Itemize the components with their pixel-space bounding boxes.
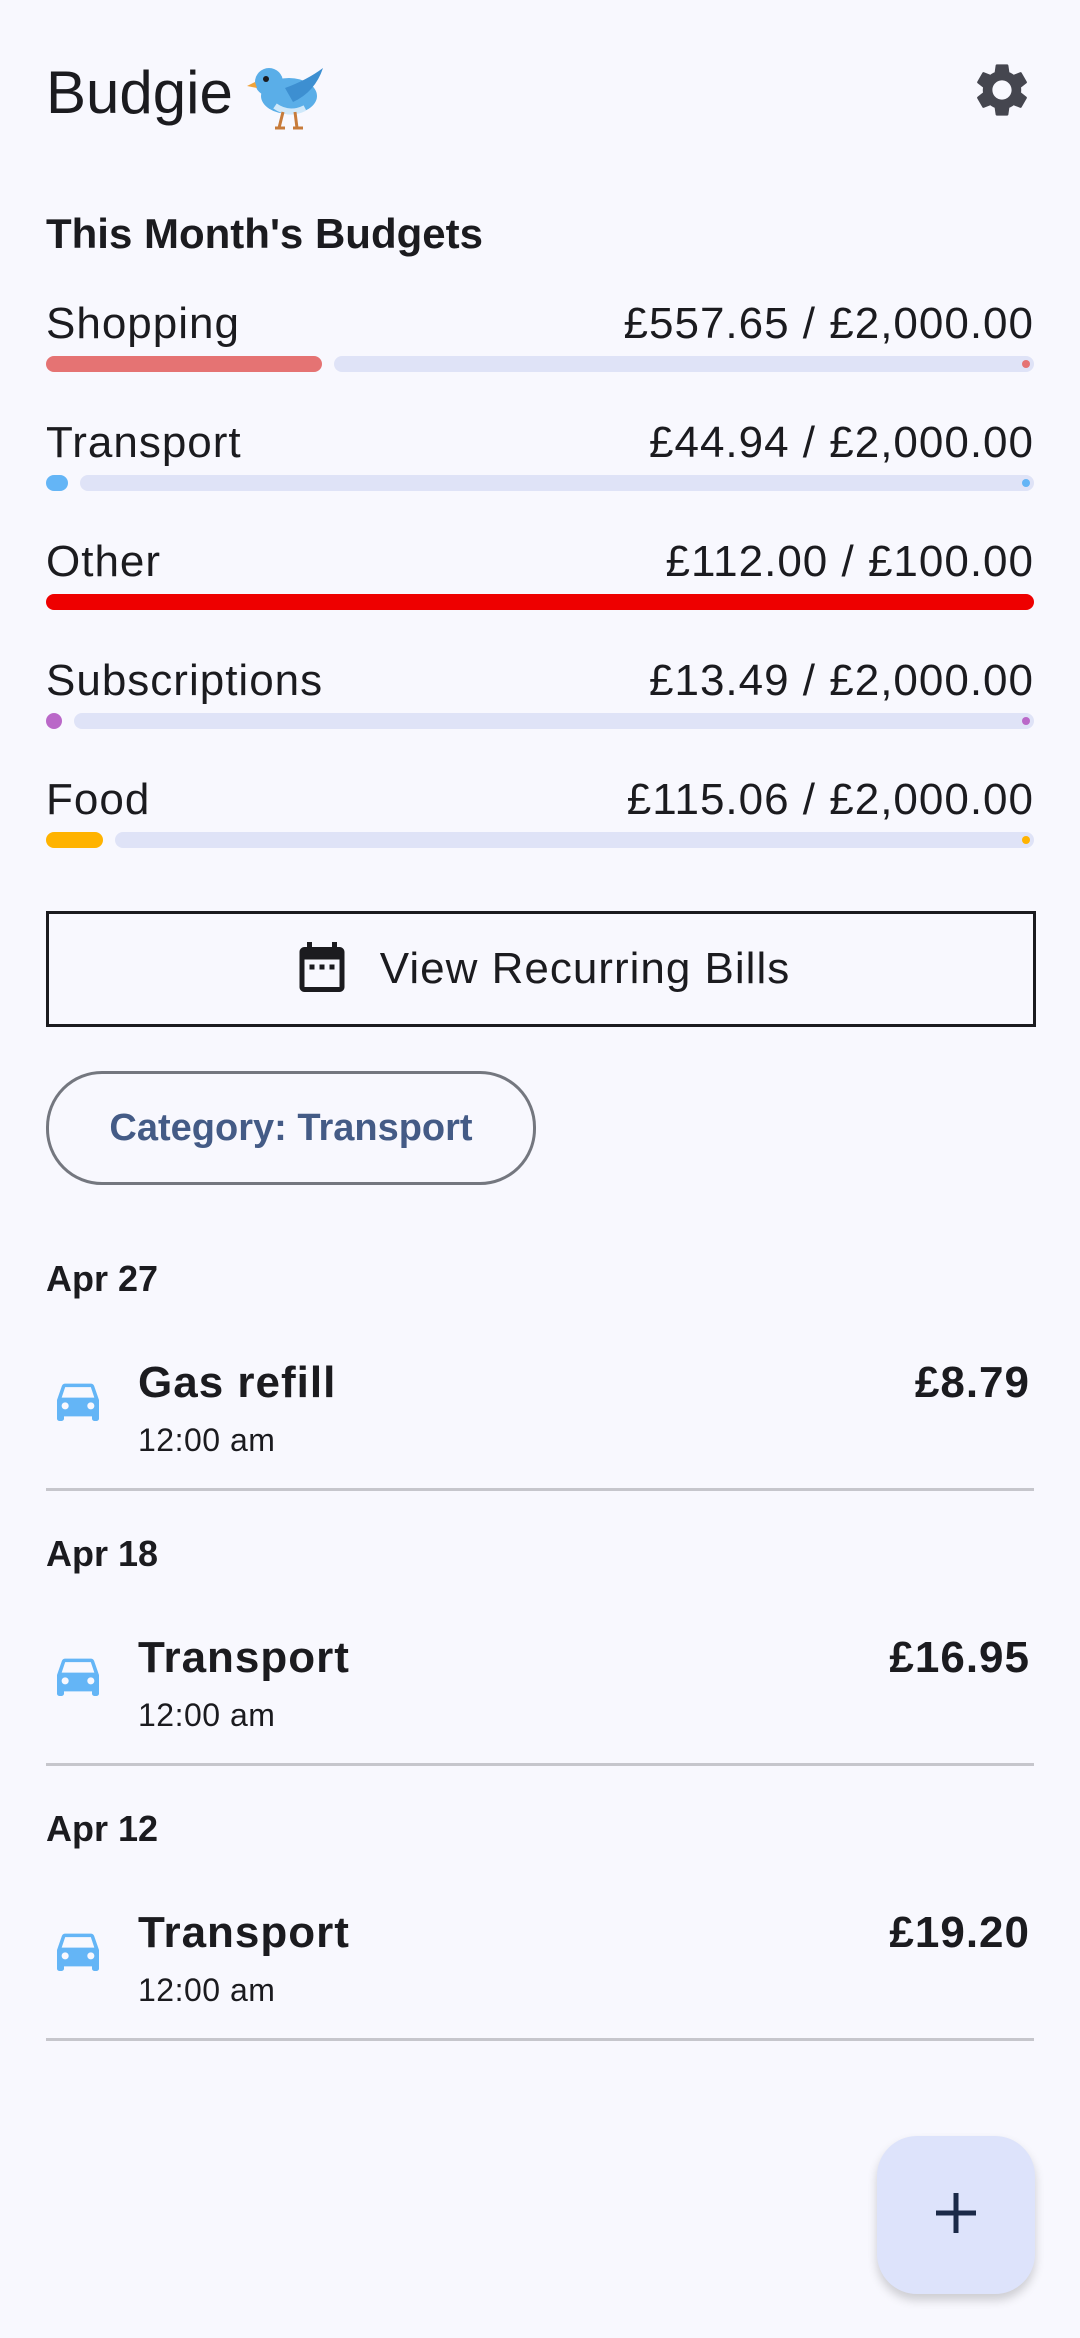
transaction-item[interactable]: Transport 12:00 am £19.20 — [46, 1900, 1034, 2040]
settings-gear-icon[interactable] — [970, 58, 1034, 122]
divider — [46, 1488, 1034, 1491]
budget-amount: £557.65 / £2,000.00 — [623, 299, 1034, 348]
app-title: Budgie — [46, 52, 327, 134]
budget-progress-end-dot — [1022, 836, 1030, 844]
budget-progress-track — [80, 475, 1034, 491]
transaction-amount: £16.95 — [889, 1633, 1030, 1682]
budget-progress-bar — [46, 475, 1034, 491]
budget-row-shopping[interactable]: Shopping £557.65 / £2,000.00 — [46, 296, 1034, 386]
budget-progress-bar — [46, 594, 1034, 610]
bird-icon — [245, 52, 327, 134]
divider — [46, 2038, 1034, 2041]
budget-amount: £13.49 / £2,000.00 — [649, 656, 1034, 705]
budget-progress-bar — [46, 832, 1034, 848]
transaction-time: 12:00 am — [138, 1422, 276, 1458]
transaction-title: Transport — [138, 1633, 350, 1682]
car-icon — [50, 1647, 106, 1703]
calendar-icon — [292, 937, 352, 1002]
car-icon — [50, 1922, 106, 1978]
add-transaction-button[interactable] — [877, 2136, 1035, 2294]
budget-name: Other — [46, 537, 162, 586]
budget-row-other[interactable]: Other £112.00 / £100.00 — [46, 534, 1034, 624]
budget-progress-bar — [46, 356, 1034, 372]
transaction-time: 12:00 am — [138, 1972, 276, 2008]
budget-progress-end-dot — [1022, 479, 1030, 487]
category-filter-chip[interactable]: Category: Transport — [46, 1071, 536, 1185]
budget-progress-fill — [46, 713, 62, 729]
budget-progress-fill — [46, 832, 103, 848]
transaction-amount: £19.20 — [889, 1908, 1030, 1957]
budget-progress-fill — [46, 594, 1034, 610]
view-recurring-bills-button[interactable]: View Recurring Bills — [46, 911, 1036, 1027]
plus-icon — [926, 2183, 986, 2248]
app-title-text: Budgie — [46, 59, 233, 126]
budget-progress-track — [115, 832, 1034, 848]
budget-progress-bar — [46, 713, 1034, 729]
transaction-item[interactable]: Gas refill 12:00 am £8.79 — [46, 1350, 1034, 1490]
transaction-title: Gas refill — [138, 1358, 337, 1407]
budget-progress-end-dot — [1022, 360, 1030, 368]
budget-progress-fill — [46, 356, 322, 372]
transaction-amount: £8.79 — [914, 1358, 1030, 1407]
budget-row-subscriptions[interactable]: Subscriptions £13.49 / £2,000.00 — [46, 653, 1034, 743]
budget-amount: £44.94 / £2,000.00 — [649, 418, 1034, 467]
budget-progress-fill — [46, 475, 68, 491]
date-header: Apr 12 — [46, 1808, 159, 1849]
car-icon — [50, 1372, 106, 1428]
date-header: Apr 18 — [46, 1533, 159, 1574]
budget-row-transport[interactable]: Transport £44.94 / £2,000.00 — [46, 415, 1034, 505]
budgets-section-title: This Month's Budgets — [46, 210, 483, 257]
budget-progress-track — [334, 356, 1034, 372]
budget-name: Transport — [46, 418, 242, 467]
date-header: Apr 27 — [46, 1258, 159, 1299]
transaction-time: 12:00 am — [138, 1697, 276, 1733]
budget-progress-track — [74, 713, 1034, 729]
budget-name: Food — [46, 775, 151, 824]
category-filter-label: Category: Transport — [109, 1106, 473, 1149]
budget-name: Shopping — [46, 299, 240, 348]
budget-amount: £112.00 / £100.00 — [665, 537, 1034, 586]
transaction-item[interactable]: Transport 12:00 am £16.95 — [46, 1625, 1034, 1765]
transaction-title: Transport — [138, 1908, 350, 1957]
divider — [46, 1763, 1034, 1766]
budget-amount: £115.06 / £2,000.00 — [626, 775, 1034, 824]
view-recurring-bills-label: View Recurring Bills — [379, 944, 791, 993]
budget-name: Subscriptions — [46, 656, 324, 705]
budget-progress-end-dot — [1022, 717, 1030, 725]
budget-row-food[interactable]: Food £115.06 / £2,000.00 — [46, 772, 1034, 862]
